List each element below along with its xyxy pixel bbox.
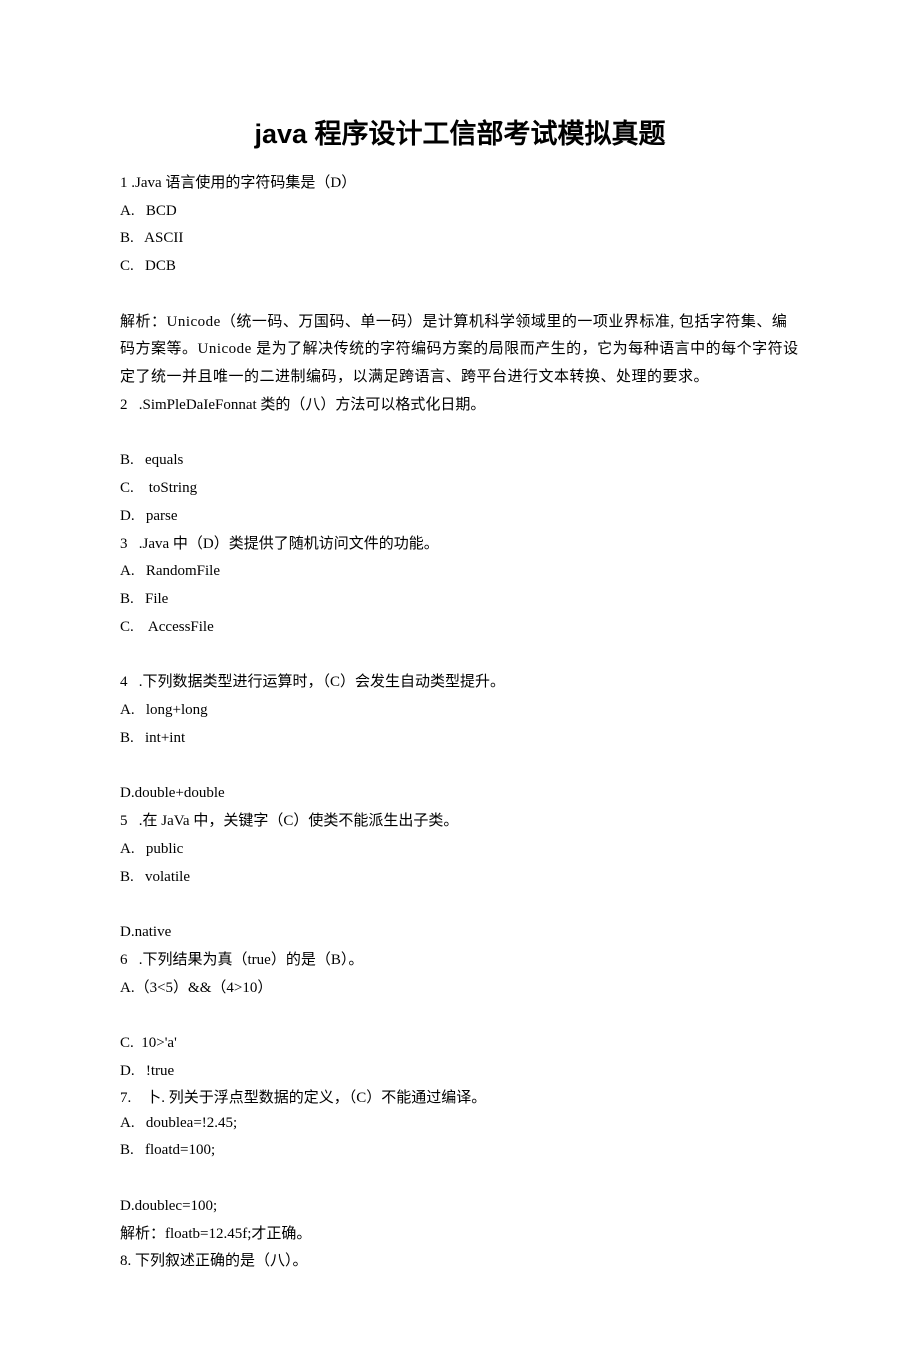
option-3b: B. File xyxy=(120,586,800,614)
spacer xyxy=(120,420,800,448)
spacer xyxy=(120,281,800,309)
option-6d: D. !true xyxy=(120,1058,800,1086)
option-3c: C. AccessFile xyxy=(120,614,800,642)
option-1a: A. BCD xyxy=(120,198,800,226)
option-7d: D.doublec=100; xyxy=(120,1193,800,1221)
question-2: 2 .SimPleDaIeFonnat 类的（八）方法可以格式化日期。 xyxy=(120,392,800,420)
option-7b: B. floatd=100; xyxy=(120,1137,800,1165)
question-1: 1 .Java 语言使用的字符码集是（D） xyxy=(120,170,800,198)
option-2b: B. equals xyxy=(120,447,800,475)
explanation-7: 解析：floatb=12.45f;才正确。 xyxy=(120,1221,800,1249)
option-7a: A. doublea=!2.45; xyxy=(120,1110,800,1138)
option-4b: B. int+int xyxy=(120,725,800,753)
option-1c: C. DCB xyxy=(120,253,800,281)
question-5: 5 .在 JaVa 中，关键字（C）使类不能派生出子类。 xyxy=(120,808,800,836)
option-2d: D. parse xyxy=(120,503,800,531)
option-6c: C. 10>'a' xyxy=(120,1030,800,1058)
spacer xyxy=(120,891,800,919)
question-6: 6 .下列结果为真（true）的是（B）。 xyxy=(120,947,800,975)
question-4: 4 .下列数据类型进行运算时，（C）会发生自动类型提升。 xyxy=(120,669,800,697)
option-6a: A.（3<5）&&（4>10） xyxy=(120,975,800,1003)
option-4a: A. long+long xyxy=(120,697,800,725)
spacer xyxy=(120,642,800,670)
option-1b: B. ASCII xyxy=(120,225,800,253)
question-8: 8. 下列叙述正确的是（八）。 xyxy=(120,1248,800,1276)
explanation-1: 解析：Unicode（统一码、万国码、单一码）是计算机科学领域里的一项业界标准,… xyxy=(120,309,800,392)
option-4d: D.double+double xyxy=(120,780,800,808)
question-7: 7. 卜. 列关于浮点型数据的定义，（C）不能通过编译。 xyxy=(120,1086,800,1110)
page-title: java 程序设计工信部考试模拟真题 xyxy=(120,110,800,160)
option-5b: B. volatile xyxy=(120,864,800,892)
option-5a: A. public xyxy=(120,836,800,864)
spacer xyxy=(120,753,800,781)
spacer xyxy=(120,1002,800,1030)
question-3: 3 .Java 中（D）类提供了随机访问文件的功能。 xyxy=(120,531,800,559)
option-5d: D.native xyxy=(120,919,800,947)
option-3a: A. RandomFile xyxy=(120,558,800,586)
option-2c: C. toString xyxy=(120,475,800,503)
spacer xyxy=(120,1165,800,1193)
